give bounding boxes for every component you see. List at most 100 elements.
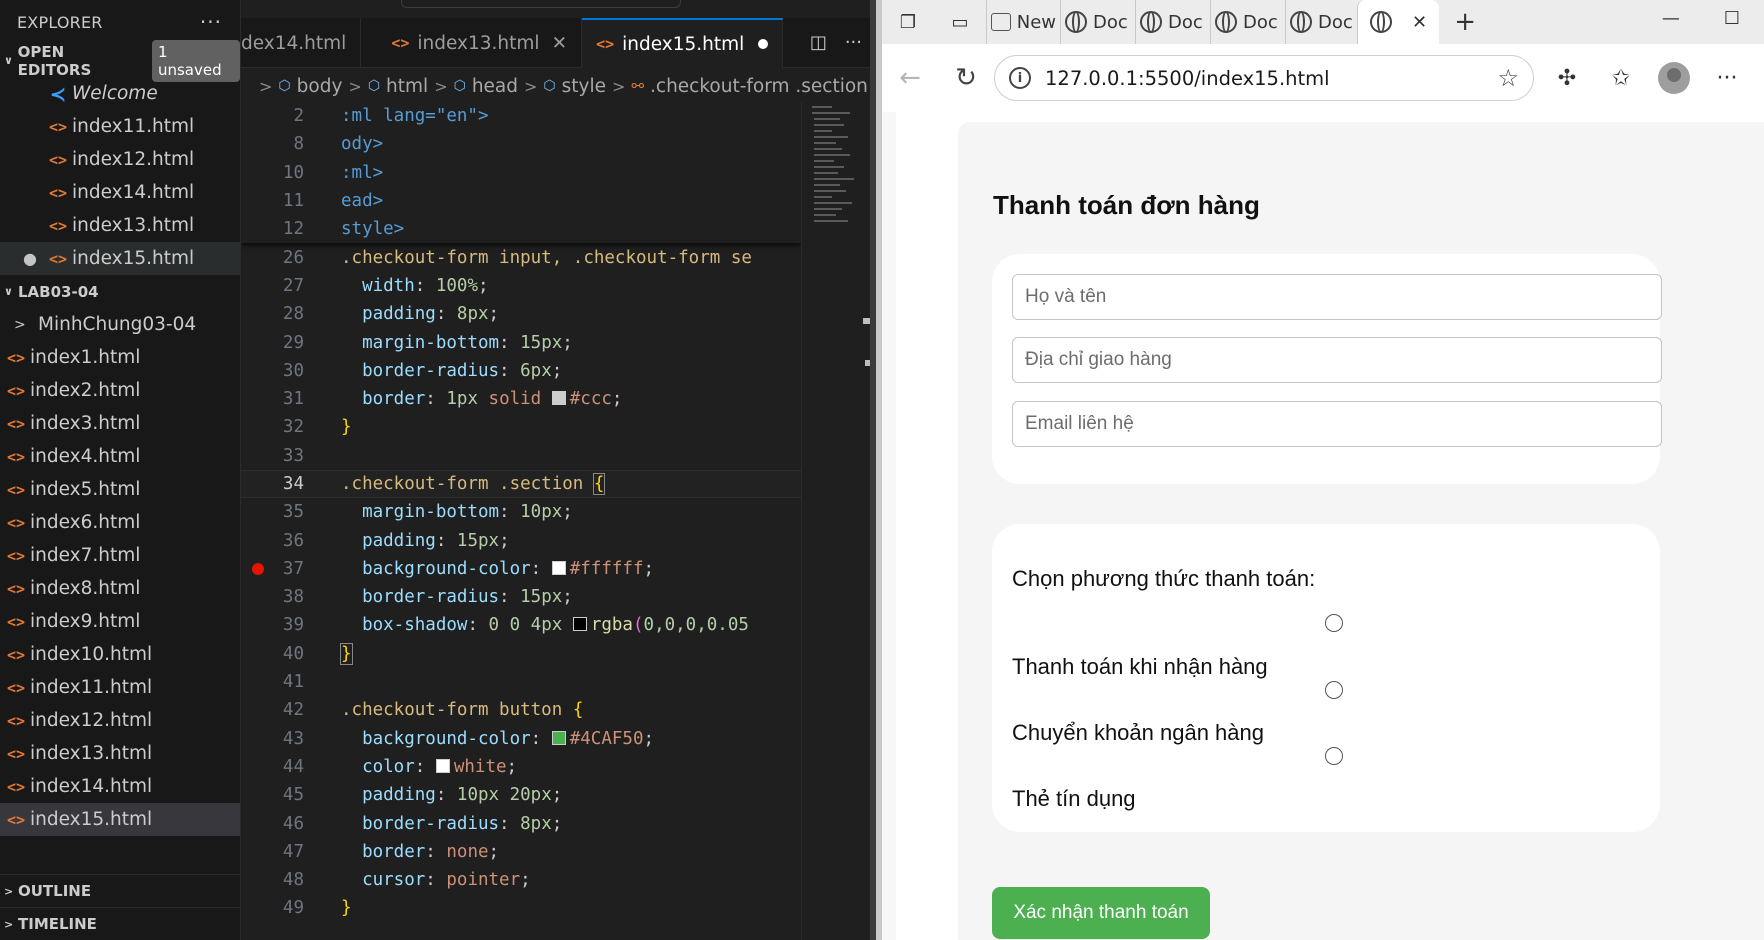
file-label: index13.html xyxy=(72,215,195,236)
file-item[interactable]: <> index15.html xyxy=(0,803,240,836)
code-line: 32} xyxy=(241,413,801,441)
element-icon: ⬡ xyxy=(453,78,466,94)
color-swatch-icon[interactable] xyxy=(435,758,450,773)
more-menu-icon[interactable]: ··· xyxy=(1700,66,1754,91)
code-editor[interactable]: 2:ml lang="en"> 8 ody> 10:ml> 11 ead> 12 st… xyxy=(241,102,801,940)
open-editor-item[interactable]: <> index12.html xyxy=(0,143,240,176)
file-item[interactable]: <> index14.html xyxy=(0,770,240,803)
tab-index14[interactable]: dex14.html xyxy=(241,18,362,68)
file-item[interactable]: <> index13.html xyxy=(0,737,240,770)
tab-index15[interactable]: <> index15.html xyxy=(582,18,784,68)
more-actions-icon[interactable]: ··· xyxy=(845,32,862,53)
code-line: 42 .checkout-form button { xyxy=(241,696,801,724)
browser-tab-active[interactable]: ✕ xyxy=(1357,0,1440,44)
radio-bank-transfer[interactable] xyxy=(1325,681,1343,699)
maximize-icon[interactable]: ☐ xyxy=(1724,8,1740,29)
unsaved-dot-icon[interactable] xyxy=(758,39,769,49)
file-item[interactable]: <> index7.html xyxy=(0,539,240,572)
file-item[interactable]: <> index10.html xyxy=(0,638,240,671)
file-item[interactable]: <> index11.html xyxy=(0,671,240,704)
address-bar[interactable]: i 127.0.0.1:5500/index15.html ☆ xyxy=(994,55,1534,101)
browser-tab[interactable]: New xyxy=(986,0,1060,44)
breadcrumb-item[interactable]: html xyxy=(386,76,428,97)
workspace-header[interactable]: ∨ LAB03-04 xyxy=(0,275,240,308)
file-item[interactable]: <> index8.html xyxy=(0,572,240,605)
workspace-label: LAB03-04 xyxy=(18,282,99,301)
minimap-line xyxy=(814,160,834,162)
chevron-right-icon: > xyxy=(612,76,626,96)
line-number: 28 xyxy=(282,304,304,325)
color-swatch-icon[interactable] xyxy=(551,391,566,406)
open-editor-item[interactable]: <> index13.html xyxy=(0,209,240,242)
color-swatch-icon[interactable] xyxy=(551,560,566,575)
code-text: ody> xyxy=(341,134,384,155)
code-line: 48 cursor: pointer; xyxy=(241,866,801,894)
breadcrumb-item[interactable]: style xyxy=(562,76,606,97)
html-file-icon: <> xyxy=(6,777,26,796)
radio-credit-card[interactable] xyxy=(1325,747,1343,765)
new-tab-icon[interactable]: + xyxy=(1439,0,1491,44)
extensions-icon[interactable]: ✣ xyxy=(1540,66,1594,91)
globe-icon xyxy=(1215,11,1237,33)
color-swatch-icon[interactable] xyxy=(572,617,587,632)
chevron-right-icon: > xyxy=(259,76,273,96)
open-editor-item-active[interactable]: ● <> index15.html xyxy=(0,242,240,275)
reload-icon[interactable]: ↻ xyxy=(938,63,994,93)
open-editor-welcome[interactable]: ≺ Welcome xyxy=(0,77,240,110)
close-icon[interactable]: ✕ xyxy=(552,33,568,54)
avatar[interactable] xyxy=(1658,62,1690,94)
folder-item[interactable]: > MinhChung03-04 xyxy=(0,308,240,341)
minimap[interactable] xyxy=(801,102,861,940)
open-editor-item[interactable]: <> index14.html xyxy=(0,176,240,209)
browser-tab[interactable]: Doc xyxy=(1060,0,1135,44)
file-item[interactable]: <> index1.html xyxy=(0,341,240,374)
file-item[interactable]: <> index5.html xyxy=(0,473,240,506)
favorite-star-icon[interactable]: ☆ xyxy=(1497,64,1519,92)
command-center[interactable] xyxy=(401,0,681,8)
timeline-header[interactable]: > TIMELINE xyxy=(0,907,240,940)
breadcrumb-item[interactable]: .checkout-form .section xyxy=(650,76,868,97)
file-item[interactable]: <> index4.html xyxy=(0,440,240,473)
browser-tab[interactable]: Doc xyxy=(1135,0,1210,44)
code-text: width: 100%; xyxy=(362,275,489,296)
favorites-icon[interactable]: ✩ xyxy=(1594,66,1648,91)
chevron-right-icon: > xyxy=(524,76,538,96)
browser-tab[interactable]: Doc xyxy=(1285,0,1357,44)
back-icon[interactable]: ← xyxy=(882,63,938,93)
color-swatch-icon[interactable] xyxy=(551,730,566,745)
more-actions-icon[interactable]: ··· xyxy=(200,10,222,34)
file-label: index15.html xyxy=(30,809,153,830)
file-item[interactable]: <> index2.html xyxy=(0,374,240,407)
confirm-payment-button[interactable]: Xác nhận thanh toán xyxy=(992,887,1210,939)
file-label: index8.html xyxy=(30,578,141,599)
tab-index13[interactable]: <> index13.html ✕ xyxy=(361,18,583,68)
line-number: 47 xyxy=(282,841,304,862)
file-item[interactable]: <> index12.html xyxy=(0,704,240,737)
newtab-icon xyxy=(991,13,1011,31)
file-label: index6.html xyxy=(30,512,141,533)
workspaces-icon[interactable]: ❐ xyxy=(882,0,934,44)
info-icon[interactable]: i xyxy=(1009,67,1031,89)
split-editor-icon[interactable]: ◫ xyxy=(810,32,827,53)
email-input[interactable]: Email liên hệ xyxy=(1012,401,1662,447)
file-item[interactable]: <> index9.html xyxy=(0,605,240,638)
open-editors-header[interactable]: ∨ OPEN EDITORS 1 unsaved xyxy=(0,39,240,82)
outline-header[interactable]: > OUTLINE xyxy=(0,874,240,907)
close-icon[interactable]: ✕ xyxy=(1412,12,1427,33)
browser-tab[interactable]: Doc xyxy=(1210,0,1285,44)
file-item[interactable]: <> index3.html xyxy=(0,407,240,440)
breakpoint-icon[interactable] xyxy=(252,562,264,575)
breadcrumb-item[interactable]: head xyxy=(472,76,518,97)
vscode-window: EXPLORER ··· ∨ OPEN EDITORS 1 unsaved ≺ … xyxy=(0,0,876,940)
address-input[interactable]: Địa chỉ giao hàng xyxy=(1012,337,1662,383)
line-number: 45 xyxy=(282,785,304,806)
code-text: border: 1px solid #ccc; xyxy=(362,389,623,410)
name-input[interactable]: Họ và tên xyxy=(1012,274,1662,320)
code-line: 40} xyxy=(241,640,801,668)
radio-cod[interactable] xyxy=(1325,614,1343,632)
open-editor-item[interactable]: <> index11.html xyxy=(0,110,240,143)
breadcrumb-item[interactable]: body xyxy=(297,76,343,97)
file-item[interactable]: <> index6.html xyxy=(0,506,240,539)
tab-actions-icon[interactable]: ▭ xyxy=(934,0,986,44)
minimize-icon[interactable]: — xyxy=(1662,8,1680,29)
